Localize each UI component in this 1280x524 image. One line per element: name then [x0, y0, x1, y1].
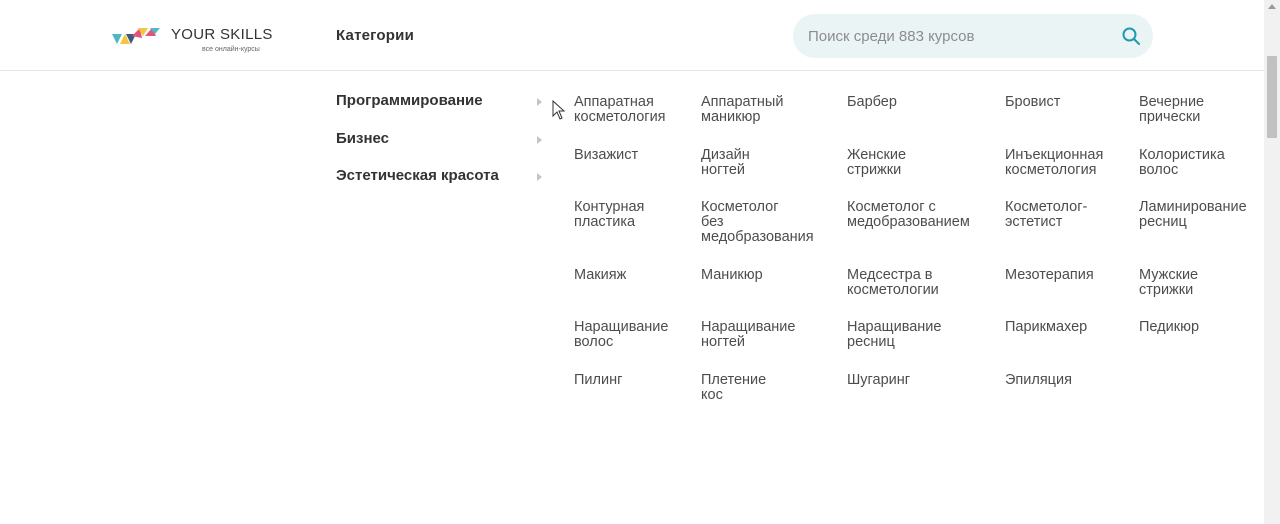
menu-item-business[interactable]: Бизнес	[336, 130, 546, 168]
page-scrollbar[interactable]	[1264, 0, 1280, 524]
menu-item-programming[interactable]: Программирование	[336, 92, 546, 130]
chevron-right-icon	[537, 135, 542, 144]
subcategory-link[interactable]: Шугаринг	[847, 372, 910, 388]
logo-title: YOUR SKILLS	[171, 26, 273, 43]
subcategory-link[interactable]: Косметолог с медобразованием	[847, 200, 970, 230]
subcategory-link[interactable]: Эпиляция	[1005, 372, 1072, 388]
subcategory-link[interactable]: Визажист	[574, 147, 638, 163]
subcategory-link[interactable]: Колористика волос	[1139, 147, 1225, 178]
subcategory-link[interactable]: Плетение кос	[701, 372, 766, 403]
subcategory-link[interactable]: Инъекционная косметология	[1005, 147, 1103, 178]
subcategory-link[interactable]: Бровист	[1005, 95, 1060, 110]
mouse-cursor-icon	[552, 100, 566, 120]
menu-item-label: Эстетическая красота	[336, 167, 499, 184]
subcategory-link[interactable]: Наращивание волос	[574, 320, 668, 350]
subcategory-link[interactable]: Аппаратный маникюр	[701, 95, 783, 125]
chevron-right-icon	[537, 173, 542, 181]
subcategory-link[interactable]: Мезотерапия	[1005, 267, 1094, 283]
subcategory-link[interactable]: Педикюр	[1139, 320, 1199, 335]
subcategory-link[interactable]: Контурная пластика	[574, 200, 644, 230]
subcategory-link[interactable]: Наращивание ресниц	[847, 320, 941, 350]
menu-item-label: Программирование	[336, 92, 483, 109]
subcategory-link[interactable]: Медсестра в косметологии	[847, 267, 939, 298]
categories-nav-link[interactable]: Категории	[336, 27, 414, 44]
subcategory-link[interactable]: Пилинг	[574, 372, 622, 388]
menu-item-label: Бизнес	[336, 129, 390, 147]
subcategory-link[interactable]: Женские стрижки	[847, 147, 906, 178]
subcategory-link[interactable]: Макияж	[574, 267, 626, 283]
subcategory-link[interactable]: Аппаратная косметология	[574, 95, 666, 125]
subcategory-link[interactable]: Косметолог без медобразования	[701, 200, 814, 245]
subcategory-link[interactable]: Наращивание ногтей	[701, 320, 795, 350]
scroll-thumb[interactable]	[1267, 56, 1277, 138]
menu-item-beauty[interactable]: Эстетическая красота	[336, 167, 546, 205]
subcategory-link[interactable]: Дизайн ногтей	[701, 147, 750, 178]
subcategory-link[interactable]: Мужские стрижки	[1139, 267, 1198, 298]
category-menu: Программирование Бизнес Эстетическая кра…	[336, 92, 546, 205]
subcategory-link[interactable]: Косметолог- эстетист	[1005, 200, 1087, 230]
subcategory-link[interactable]: Вечерние прически	[1139, 95, 1204, 125]
site-logo[interactable]: YOUR SKILLS все онлайн-курсы	[112, 24, 282, 58]
scroll-up-arrow-icon[interactable]	[1268, 4, 1276, 9]
search-bar	[793, 14, 1153, 58]
subcategory-link[interactable]: Маникюр	[701, 267, 763, 283]
subcategory-link[interactable]: Ламинирование ресниц	[1139, 200, 1247, 230]
search-input[interactable]	[808, 14, 1108, 58]
subcategory-link[interactable]: Барбер	[847, 95, 897, 110]
search-icon[interactable]	[1122, 27, 1140, 45]
logo-triangles-icon	[112, 28, 160, 44]
site-header: YOUR SKILLS все онлайн-курсы Категории	[0, 0, 1264, 71]
logo-subtitle: все онлайн-курсы	[202, 46, 260, 53]
chevron-right-icon	[537, 98, 542, 106]
subcategory-link[interactable]: Парикмахер	[1005, 320, 1087, 335]
